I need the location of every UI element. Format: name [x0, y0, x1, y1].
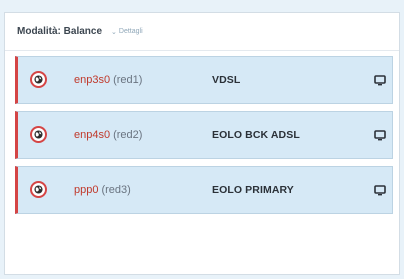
- interface-list: enp3s0 (red1) VDSL enp4s0 (red2) EOLO BCK …: [15, 56, 393, 221]
- interface-device: enp4s0: [74, 129, 111, 141]
- interface-provider: EOLO PRIMARY: [212, 184, 294, 196]
- chevron-down-icon: ⌄: [111, 28, 117, 36]
- globe-icon: [30, 71, 47, 88]
- interface-device: enp3s0: [74, 74, 111, 86]
- interface-row-enp4s0[interactable]: enp4s0 (red2) EOLO BCK ADSL: [15, 111, 393, 159]
- details-link[interactable]: ⌄ Dettagli: [111, 28, 143, 36]
- multiwan-panel: Modalità: Balance ⌄ Dettagli enp3s0 (red1…: [4, 12, 400, 275]
- interface-zone: (red1): [113, 74, 143, 86]
- monitor-icon[interactable]: [374, 184, 386, 196]
- interface-zone: (red3): [101, 184, 131, 196]
- mode-label: Modalità: Balance: [17, 26, 103, 37]
- interface-row-enp3s0[interactable]: enp3s0 (red1) VDSL: [15, 56, 393, 104]
- interface-name: ppp0 (red3): [74, 184, 131, 196]
- globe-icon: [30, 126, 47, 143]
- interface-provider: VDSL: [212, 74, 241, 86]
- globe-icon: [30, 181, 47, 198]
- monitor-icon[interactable]: [374, 129, 386, 141]
- interface-row-ppp0[interactable]: ppp0 (red3) EOLO PRIMARY: [15, 166, 393, 214]
- interface-name: enp4s0 (red2): [74, 129, 142, 141]
- details-label: Dettagli: [118, 28, 143, 35]
- interface-device: ppp0: [74, 184, 99, 196]
- monitor-icon[interactable]: [374, 74, 386, 86]
- interface-zone: (red2): [113, 129, 143, 141]
- interface-provider: EOLO BCK ADSL: [212, 129, 300, 141]
- panel-header: Modalità: Balance ⌄ Dettagli: [5, 13, 399, 51]
- interface-name: enp3s0 (red1): [74, 74, 142, 86]
